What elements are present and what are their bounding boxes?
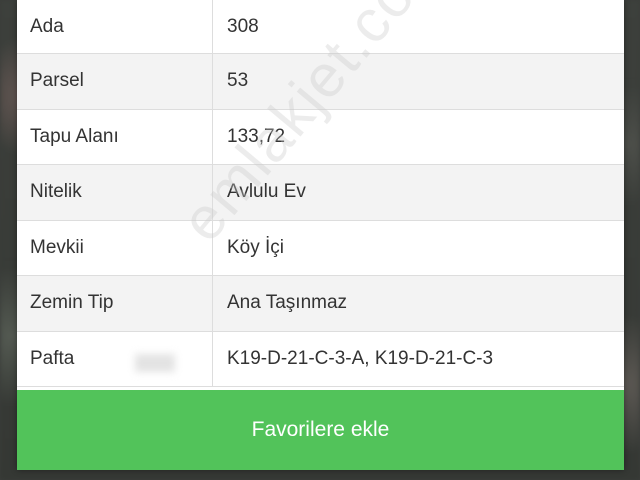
row-label: Ada xyxy=(17,0,213,53)
row-value: Köy İçi xyxy=(227,236,285,258)
table-row: Mevkii Köy İçi xyxy=(17,220,624,276)
parcel-details-dialog: Ada 308 Parsel 53 Tapu Alanı 133,72 Nite… xyxy=(17,0,624,470)
add-to-favorites-button[interactable]: Favorilere ekle xyxy=(17,390,624,470)
row-value: K19-D-21-C-3-A, K19-D-21-C-3 xyxy=(227,347,494,369)
table-row: Parsel 53 xyxy=(17,54,624,110)
row-label: Nitelik xyxy=(17,165,213,220)
table-row: Tapu Alanı 133,72 xyxy=(17,109,624,165)
row-value: Ana Taşınmaz xyxy=(227,292,348,314)
row-label: Mevkii xyxy=(17,220,213,275)
row-value: 53 xyxy=(227,70,249,92)
table-row: Zemin Tip Ana Taşınmaz xyxy=(17,276,624,332)
table-row: Ada 308 xyxy=(17,0,624,54)
add-to-favorites-label: Favorilere ekle xyxy=(251,418,390,441)
row-label: Parsel xyxy=(17,54,213,109)
row-label: Pafta xyxy=(17,331,213,386)
row-value: 133,72 xyxy=(227,125,286,147)
row-value: 308 xyxy=(227,15,259,37)
table-row: Pafta K19-D-21-C-3-A, K19-D-21-C-3 xyxy=(17,331,624,387)
row-label: Tapu Alanı xyxy=(17,109,213,164)
blurred-artifact xyxy=(135,354,175,372)
table-row: Nitelik Avlulu Ev xyxy=(17,165,624,221)
row-value: Avlulu Ev xyxy=(227,181,306,203)
row-label: Zemin Tip xyxy=(17,276,213,331)
parcel-details-table: Ada 308 Parsel 53 Tapu Alanı 133,72 Nite… xyxy=(17,0,624,387)
